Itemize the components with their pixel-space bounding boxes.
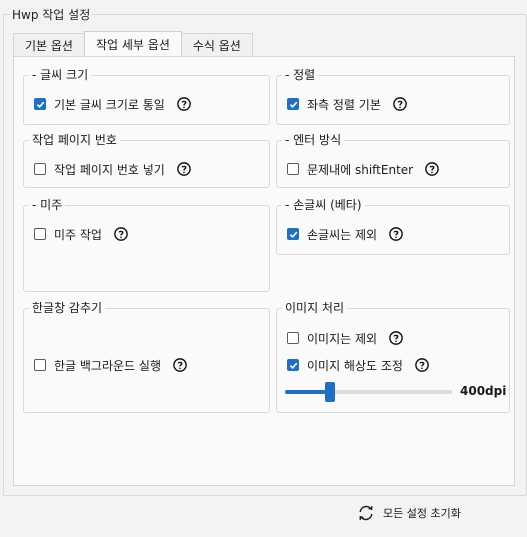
group-font-size: - 글씨 크기 기본 글씨 크기로 통일 xyxy=(23,67,270,125)
group-font-size-title: - 글씨 크기 xyxy=(29,67,92,83)
group-hide-hangul-title: 한글창 감추기 xyxy=(29,300,106,316)
option-label: 기본 글씨 크기로 통일 xyxy=(54,97,165,112)
dpi-value: 400dpi xyxy=(460,384,507,398)
help-icon[interactable] xyxy=(389,331,403,345)
group-page-number-title: 작업 페이지 번호 xyxy=(29,132,120,148)
option-background-run[interactable]: 한글 백그라운드 실행 xyxy=(34,356,187,374)
option-endnote-work[interactable]: 미주 작업 xyxy=(34,225,128,243)
help-icon[interactable] xyxy=(176,162,191,176)
group-image-processing-title: 이미지 처리 xyxy=(282,300,348,316)
window-title: Hwp 작업 설정 xyxy=(10,6,93,23)
option-label: 문제내에 shiftEnter xyxy=(307,162,414,177)
checkbox-checked-icon[interactable] xyxy=(287,98,299,110)
checkbox-unchecked-icon[interactable] xyxy=(34,228,46,240)
option-label: 작업 페이지 번호 넣기 xyxy=(54,162,165,177)
reset-all-settings-button[interactable]: 모든 설정 초기화 xyxy=(357,504,461,522)
option-label: 손글씨는 제외 xyxy=(307,227,378,242)
checkbox-unchecked-icon[interactable] xyxy=(287,332,299,344)
option-label: 좌측 정렬 기본 xyxy=(307,97,381,112)
checkbox-unchecked-icon[interactable] xyxy=(34,163,46,175)
group-endnote-title: - 미주 xyxy=(29,197,66,213)
option-insert-page-number[interactable]: 작업 페이지 번호 넣기 xyxy=(34,160,191,178)
checkbox-checked-icon[interactable] xyxy=(287,228,299,240)
help-icon[interactable] xyxy=(415,358,429,372)
help-icon[interactable] xyxy=(425,162,439,176)
group-align: - 정렬 좌측 정렬 기본 xyxy=(276,67,510,125)
option-label: 이미지는 제외 xyxy=(307,331,378,346)
group-handwriting-title: - 손글씨 (베타) xyxy=(282,197,365,213)
checkbox-checked-icon[interactable] xyxy=(34,98,46,110)
option-exclude-handwriting[interactable]: 손글씨는 제외 xyxy=(287,225,403,243)
help-icon[interactable] xyxy=(393,97,407,111)
checkbox-unchecked-icon[interactable] xyxy=(34,359,46,371)
option-label: 미주 작업 xyxy=(54,227,102,242)
help-icon[interactable] xyxy=(114,227,128,241)
checkbox-checked-icon[interactable] xyxy=(287,359,299,371)
dpi-slider[interactable] xyxy=(285,382,452,402)
option-exclude-images[interactable]: 이미지는 제외 xyxy=(287,329,403,347)
help-icon[interactable] xyxy=(176,97,191,111)
tab-basic-options[interactable]: 기본 옵션 xyxy=(13,33,85,56)
reset-label: 모든 설정 초기화 xyxy=(383,507,461,520)
option-adjust-image-resolution[interactable]: 이미지 해상도 조정 xyxy=(287,356,429,374)
help-icon[interactable] xyxy=(389,227,403,241)
group-page-number: 작업 페이지 번호 작업 페이지 번호 넣기 xyxy=(23,132,270,188)
tab-detail-options[interactable]: 작업 세부 옵션 xyxy=(83,31,182,56)
group-enter-method: - 엔터 방식 문제내에 shiftEnter xyxy=(276,132,510,188)
option-left-align[interactable]: 좌측 정렬 기본 xyxy=(287,95,407,113)
option-uniform-font-size[interactable]: 기본 글씨 크기로 통일 xyxy=(34,95,191,113)
group-align-title: - 정렬 xyxy=(282,67,319,83)
option-shift-enter[interactable]: 문제내에 shiftEnter xyxy=(287,160,439,178)
group-hide-hangul: 한글창 감추기 한글 백그라운드 실행 xyxy=(23,300,270,413)
group-endnote: - 미주 미주 작업 xyxy=(23,197,270,292)
group-enter-method-title: - 엔터 방식 xyxy=(282,132,345,148)
option-label: 한글 백그라운드 실행 xyxy=(54,358,161,373)
tab-panel: - 글씨 크기 기본 글씨 크기로 통일 - 정렬 좌측 정렬 기본 작업 페이… xyxy=(13,56,515,486)
dpi-slider-fill xyxy=(285,390,330,394)
help-icon[interactable] xyxy=(173,358,187,372)
group-handwriting: - 손글씨 (베타) 손글씨는 제외 xyxy=(276,197,510,255)
checkbox-unchecked-icon[interactable] xyxy=(287,163,299,175)
tab-formula-options[interactable]: 수식 옵션 xyxy=(180,33,253,56)
tab-bar: 기본 옵션 작업 세부 옵션 수식 옵션 xyxy=(13,31,253,57)
option-label: 이미지 해상도 조정 xyxy=(307,358,403,373)
dpi-slider-thumb[interactable] xyxy=(325,382,335,402)
refresh-icon xyxy=(359,505,373,521)
